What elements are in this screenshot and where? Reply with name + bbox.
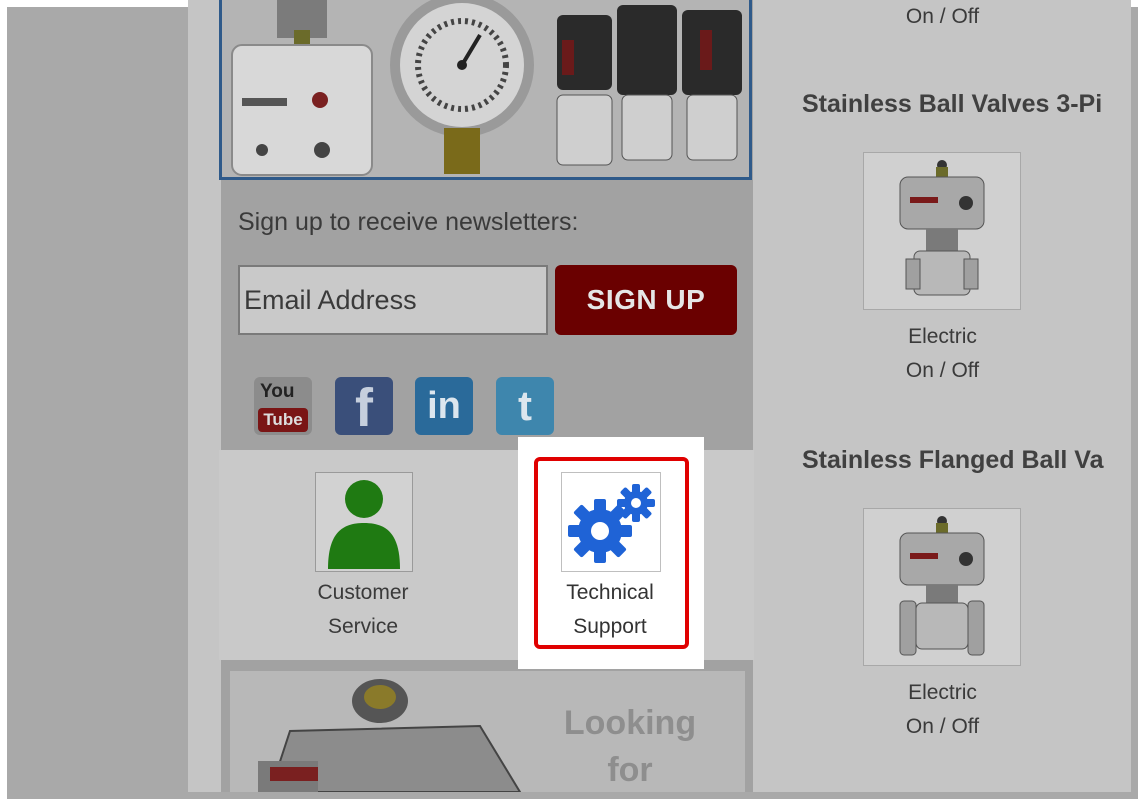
ad-headline: Looking for <box>555 700 705 794</box>
sign-up-button[interactable]: SIGN UP <box>555 265 737 335</box>
highlight-box <box>534 457 689 649</box>
product-caption-line2: On / Off <box>905 715 980 738</box>
youtube-icon-text-bottom: Tube <box>258 408 308 432</box>
email-field[interactable] <box>238 265 548 335</box>
person-icon <box>328 480 400 569</box>
ad-headline-line2: for <box>607 751 653 789</box>
product-thumbnail[interactable] <box>863 152 1021 310</box>
youtube-icon[interactable]: You Tube <box>254 377 312 435</box>
customer-service-label-line1: Customer <box>317 581 409 604</box>
product-caption-line2: On / Off <box>905 359 980 382</box>
facebook-icon[interactable]: f <box>335 377 393 435</box>
valve-image <box>899 160 985 296</box>
product-title[interactable]: Stainless Ball Valves 3-Pi <box>802 90 1102 119</box>
product-images <box>231 0 742 176</box>
customer-service-button[interactable] <box>315 472 413 572</box>
twitter-icon[interactable]: t <box>496 377 554 435</box>
product-caption-line1: Electric <box>908 325 977 348</box>
product-title[interactable]: Stainless Flanged Ball Va <box>802 446 1104 475</box>
newsletter-label: Sign up to receive newsletters: <box>238 208 579 236</box>
product-caption: Electric On / Off <box>870 320 1015 388</box>
product-caption-line1: Electric <box>908 681 977 704</box>
customer-service-label[interactable]: Customer Service <box>300 576 426 644</box>
youtube-icon-text-top: You <box>260 381 295 402</box>
valve-image <box>899 516 985 656</box>
product-thumbnail[interactable] <box>863 508 1021 666</box>
linkedin-icon[interactable]: in <box>415 377 473 435</box>
ad-headline-line1: Looking <box>563 704 697 742</box>
hero-product-banner[interactable] <box>219 0 752 180</box>
product-caption-top: On / Off <box>905 5 980 28</box>
product-caption: Electric On / Off <box>870 676 1015 744</box>
customer-service-label-line2: Service <box>327 615 399 638</box>
